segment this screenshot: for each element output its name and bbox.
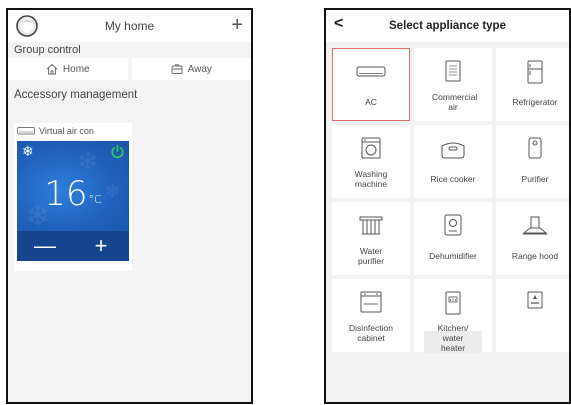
appliance-label: Refrigerator (512, 97, 558, 107)
washing-machine-icon (361, 137, 381, 159)
ac-unit-icon (17, 127, 35, 135)
appliance-label: AC (365, 97, 377, 107)
home-mode-button[interactable]: Home (8, 58, 128, 80)
commercial-air-icon (445, 60, 461, 82)
temperature-value: 16 (44, 174, 88, 214)
ac-icon (356, 66, 386, 77)
appliance-header: < Select appliance type (326, 10, 569, 42)
rice-cooker-icon (441, 142, 465, 159)
page-title: My home (104, 19, 155, 33)
appliance-tile-water-purifier[interactable]: Water purifier (332, 202, 410, 275)
dehumidifier-icon (444, 214, 462, 236)
temperature-unit: °C (88, 193, 102, 206)
home-icon (46, 63, 58, 75)
appliance-tile-disinfection-cabinet[interactable]: Disinfection cabinet (332, 279, 410, 352)
disinfection-cabinet-icon (360, 291, 382, 313)
group-control-row: Home Away (8, 58, 251, 80)
appliance-label: Purifier (521, 174, 549, 184)
device-name-row: Virtual air con (14, 123, 132, 139)
home-mode-label: Home (62, 63, 90, 75)
device-name: Virtual air con (39, 126, 94, 136)
virtual-ac-card[interactable]: Virtual air con ❄ ❄ ❄ ❄ 16°C — + (14, 123, 132, 271)
temperature-display: 16°C (17, 174, 129, 214)
back-button[interactable]: < (334, 15, 343, 33)
my-home-screen: My home + Group control Home Away Access… (6, 8, 253, 404)
snowflake-icon[interactable]: ❄ (22, 144, 34, 158)
appliance-tile-commercial-air[interactable]: Commercial air (414, 48, 492, 121)
accessory-management-label: Accessory management (14, 89, 138, 101)
refrigerator-icon (527, 60, 543, 84)
decrease-temp-button[interactable]: — (17, 231, 73, 261)
appliance-label: Range hood (511, 251, 559, 261)
appliance-grid: AC Commercial air Refrigerator Washing m… (332, 48, 569, 353)
appliance-tile-refrigerator[interactable]: Refrigerator (496, 48, 569, 121)
purifier-icon (528, 137, 542, 159)
appliance-label: Commercial air (432, 92, 478, 112)
add-button[interactable]: + (231, 14, 243, 36)
appliance-tile-dehumidifier[interactable]: Dehumidifier (414, 202, 492, 275)
appliance-tile-range-hood[interactable]: Range hood (496, 202, 569, 275)
snowflake-decoration-icon: ❄ (77, 146, 99, 176)
away-icon (171, 64, 183, 74)
increase-temp-button[interactable]: + (73, 231, 129, 261)
appliance-tile-heater[interactable] (496, 279, 569, 352)
appliance-label: Washing machine (354, 169, 388, 189)
appliance-tile-purifier[interactable]: Purifier (496, 125, 569, 198)
away-mode-button[interactable]: Away (131, 58, 251, 80)
select-appliance-screen: < Select appliance type AC Commercial ai… (324, 8, 571, 404)
appliance-tile-rice-cooker[interactable]: Rice cooker (414, 125, 492, 198)
appliance-label: Water purifier (358, 246, 384, 266)
away-mode-label: Away (187, 63, 212, 75)
page-title: Select appliance type (389, 20, 506, 32)
appliance-tile-kitchen-water-heater[interactable]: Kitchen/ water heater (414, 279, 492, 353)
appliance-label: Kitchen/ water heater (437, 323, 469, 353)
appliance-label: Dehumidifier (429, 251, 477, 261)
home-header: My home + (8, 10, 251, 42)
ac-display-panel[interactable]: ❄ ❄ ❄ ❄ 16°C (17, 141, 129, 231)
group-control-label: Group control (14, 44, 81, 56)
water-purifier-icon (359, 216, 383, 235)
range-hood-icon (522, 216, 548, 235)
appliance-label: Disinfection cabinet (349, 323, 393, 343)
ac-controls: — + (17, 231, 129, 261)
heater-icon (527, 291, 543, 309)
appliance-label: Rice cooker (430, 174, 476, 184)
avatar-icon[interactable] (16, 15, 38, 37)
power-icon[interactable] (110, 144, 125, 159)
water-heater-icon (445, 291, 461, 315)
appliance-tile-ac[interactable]: AC (332, 48, 410, 121)
appliance-tile-washing-machine[interactable]: Washing machine (332, 125, 410, 198)
